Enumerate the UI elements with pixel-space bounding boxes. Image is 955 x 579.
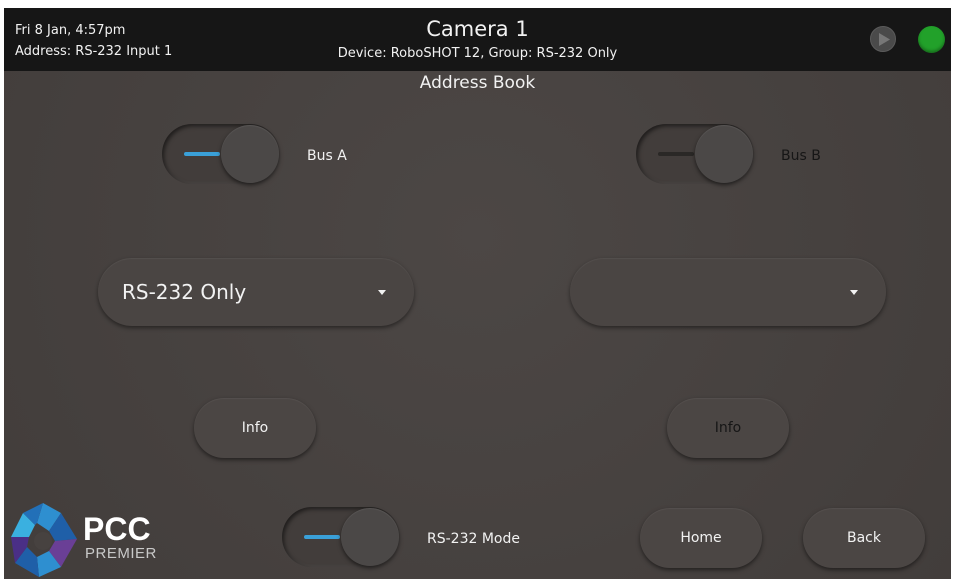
chevron-down-icon	[850, 290, 858, 295]
play-icon	[879, 33, 890, 46]
toggle-knob	[341, 508, 399, 566]
bus-a-group-select[interactable]: RS-232 Only	[98, 258, 414, 326]
logo-text: PCC	[83, 511, 151, 547]
page-title: Camera 1	[426, 17, 529, 41]
bus-a-info-button[interactable]: Info	[194, 398, 316, 458]
home-button[interactable]: Home	[640, 508, 762, 568]
bus-a-label: Bus A	[307, 148, 347, 164]
logo-mark-icon	[11, 503, 77, 577]
bus-a-toggle[interactable]	[162, 124, 280, 184]
bus-b-group-select[interactable]	[570, 258, 886, 326]
connection-status-indicator	[918, 26, 945, 53]
toggle-off-indicator	[658, 152, 694, 156]
back-button[interactable]: Back	[803, 508, 925, 568]
top-bar: Fri 8 Jan, 4:57pm Address: RS-232 Input …	[4, 8, 951, 71]
toggle-knob	[695, 125, 753, 183]
chevron-down-icon	[378, 290, 386, 295]
rs232-mode-label: RS-232 Mode	[427, 531, 520, 547]
toggle-on-indicator	[304, 535, 340, 539]
device-subtitle: Device: RoboSHOT 12, Group: RS-232 Only	[337, 46, 618, 61]
bus-b-label: Bus B	[781, 148, 821, 164]
rs232-mode-toggle[interactable]	[282, 507, 400, 567]
section-title: Address Book	[419, 73, 536, 93]
bus-b-toggle[interactable]	[636, 124, 754, 184]
toggle-knob	[221, 125, 279, 183]
title-block: Camera 1 Device: RoboSHOT 12, Group: RS-…	[4, 16, 951, 64]
app-screen: Fri 8 Jan, 4:57pm Address: RS-232 Input …	[4, 8, 951, 579]
play-button[interactable]	[870, 26, 896, 52]
bus-b-info-button[interactable]: Info	[667, 398, 789, 458]
logo-subtext: PREMIER	[85, 545, 157, 562]
toggle-on-indicator	[184, 152, 220, 156]
pcc-premier-logo: PCC PREMIER	[9, 501, 159, 579]
bus-a-group-value: RS-232 Only	[122, 280, 247, 304]
